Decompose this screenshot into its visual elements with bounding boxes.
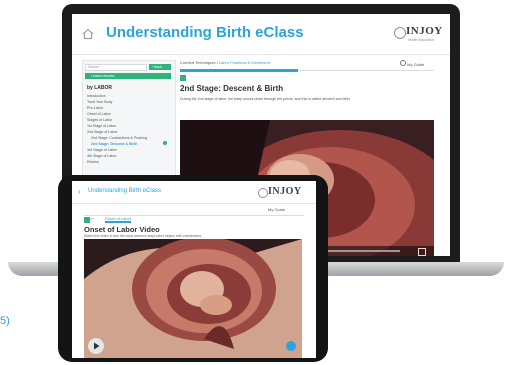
back-button[interactable]: ‹ Back: [149, 64, 171, 70]
tablet-brand-logo: INJOY: [268, 186, 302, 197]
sidebar-item-active[interactable]: 2nd Stage: Descent & Birth: [91, 142, 137, 146]
fullscreen-icon[interactable]: [418, 248, 426, 256]
breadcrumb: Comfort Techniques / Labor Positions & M…: [180, 60, 270, 65]
tablet-video-player[interactable]: [84, 239, 302, 358]
search-input[interactable]: Search: [85, 64, 147, 71]
sidebar-item[interactable]: Onset of Labor: [87, 112, 111, 116]
sidebar-item[interactable]: Introduction: [87, 94, 106, 98]
tablet-screen: ‹ Understanding Birth eClass INJOY Labor…: [72, 181, 316, 358]
lock-banner-label: Locked Access: [91, 74, 115, 78]
sidebar-item[interactable]: 4th Stage of Labor: [87, 154, 117, 158]
app-title: Understanding Birth eClass: [106, 24, 304, 41]
sidebar-item[interactable]: Review: [87, 160, 99, 164]
play-icon: [94, 342, 100, 350]
sidebar-item[interactable]: 2nd Stage: Contractions & Pushing: [91, 136, 147, 140]
tablet-my-guide-label: My Guide: [268, 207, 286, 212]
app-header: Understanding Birth eClass INJOY health …: [72, 14, 450, 55]
tablet-prev-arrow-icon[interactable]: [84, 217, 90, 223]
tablet-my-guide-button[interactable]: My Guide: [268, 207, 285, 212]
tab-onset-of-labor[interactable]: Onset of Labor: [104, 216, 132, 223]
back-arrow-icon[interactable]: ‹: [78, 187, 81, 196]
home-icon[interactable]: [82, 28, 94, 40]
brand-logo: INJOY: [406, 25, 443, 37]
lesson-body: During the 2nd stage of labor, the baby …: [180, 97, 351, 101]
breadcrumb-current: Labor Positions & Movement: [218, 60, 270, 65]
my-guide-button[interactable]: My Guide: [400, 60, 424, 67]
accessibility-icon[interactable]: [286, 341, 296, 351]
brand-logo-icon: [394, 27, 406, 39]
my-guide-label: My Guide: [407, 62, 425, 67]
back-button-label: ‹ Back: [152, 65, 162, 69]
tablet-brand-logo-icon: [258, 188, 268, 198]
sidebar-item[interactable]: 1st Stage of Labor: [87, 124, 116, 128]
active-tab-indicator: [180, 69, 298, 72]
search-placeholder: Search: [88, 65, 100, 69]
tablet-app-title: Understanding Birth eClass: [88, 188, 162, 194]
stray-text: 5): [0, 315, 10, 327]
sidebar-item[interactable]: Trust Your Body: [87, 100, 112, 104]
tablet-header: ‹ Understanding Birth eClass INJOY: [72, 181, 316, 204]
play-button[interactable]: [88, 338, 104, 354]
prev-arrow-icon[interactable]: [180, 75, 186, 81]
lesson-heading: 2nd Stage: Descent & Birth: [180, 84, 284, 93]
brand-tagline: health education: [408, 38, 434, 42]
sidebar-item[interactable]: Stages of Labor: [87, 118, 112, 122]
guide-icon: [400, 60, 406, 66]
lock-banner: Locked Access: [85, 73, 171, 79]
tablet-lesson-heading: Onset of Labor Video: [84, 225, 160, 234]
breadcrumb-parent[interactable]: Comfort Techniques: [180, 60, 216, 65]
sidebar-item[interactable]: 3rd Stage of Labor: [87, 148, 117, 152]
check-icon: [163, 141, 167, 145]
tablet-lesson-body: Watch this video to see the most common …: [84, 234, 203, 238]
baby-in-womb-illustration: [84, 239, 302, 358]
sidebar-item[interactable]: 2nd Stage of Labor: [87, 130, 118, 134]
sidebar-section-title: by LABOR: [87, 85, 112, 91]
sidebar-item[interactable]: Pre-Labor: [87, 106, 103, 110]
